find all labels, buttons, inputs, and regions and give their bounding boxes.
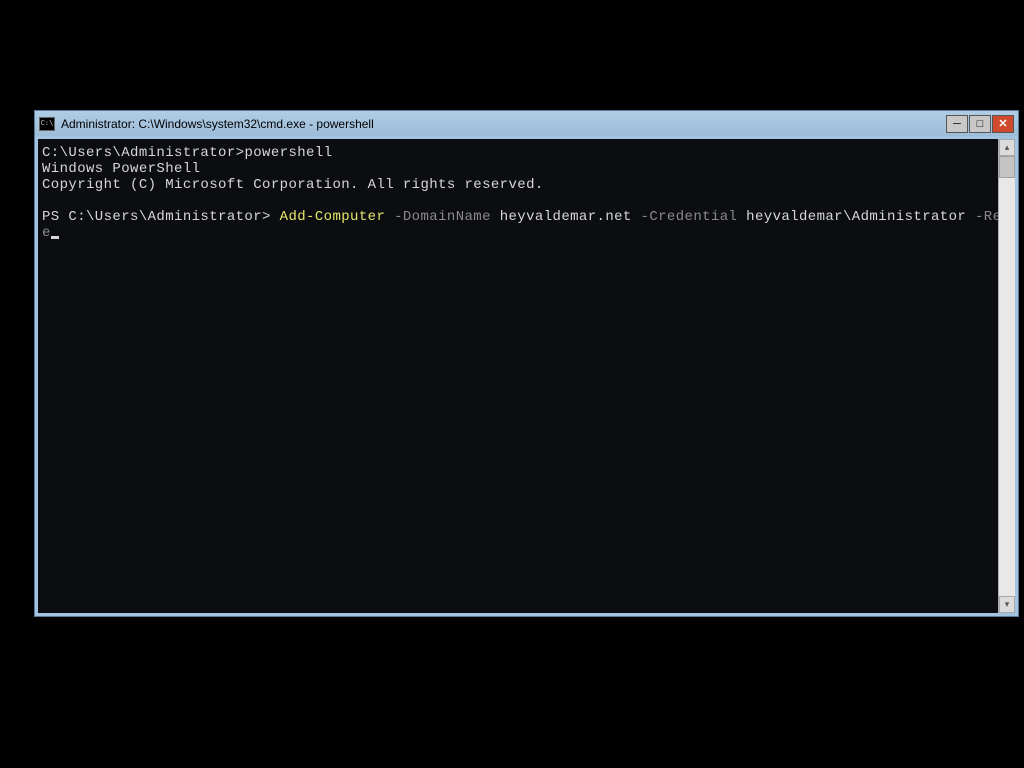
param-force-wrap: e	[42, 225, 51, 241]
sep	[385, 209, 394, 225]
window-title: Administrator: C:\Windows\system32\cmd.e…	[61, 117, 946, 131]
vertical-scrollbar[interactable]: ▴ ▾	[998, 139, 1015, 613]
cmd-prompt: C:\Users\Administrator>	[42, 145, 244, 161]
ps-prompt: PS C:\Users\Administrator>	[42, 209, 280, 225]
scroll-track[interactable]	[999, 178, 1015, 596]
terminal-line: Copyright (C) Microsoft Corporation. All…	[42, 177, 544, 193]
titlebar[interactable]: C:\ Administrator: C:\Windows\system32\c…	[35, 111, 1018, 136]
cursor	[51, 236, 59, 239]
window-controls: ─ □ ✕	[946, 115, 1014, 133]
param-value: heyvaldemar\Administrator	[737, 209, 975, 225]
powershell-window: C:\ Administrator: C:\Windows\system32\c…	[34, 110, 1019, 617]
param-value: heyvaldemar.net	[491, 209, 641, 225]
terminal-output[interactable]: C:\Users\Administrator>powershell Window…	[38, 139, 998, 613]
scroll-down-button[interactable]: ▾	[999, 596, 1015, 613]
scroll-thumb[interactable]	[999, 156, 1015, 178]
cmd-input: powershell	[244, 145, 332, 161]
param-credential: -Credential	[641, 209, 738, 225]
scroll-up-button[interactable]: ▴	[999, 139, 1015, 156]
window-body: C:\Users\Administrator>powershell Window…	[35, 136, 1018, 616]
cmdlet-name: Add-Computer	[280, 209, 386, 225]
cmd-icon: C:\	[39, 117, 55, 131]
maximize-button[interactable]: □	[969, 115, 991, 133]
terminal-line: Windows PowerShell	[42, 161, 200, 177]
param-restart: -Restart	[975, 209, 998, 225]
close-button[interactable]: ✕	[992, 115, 1014, 133]
param-domainname: -DomainName	[394, 209, 491, 225]
minimize-button[interactable]: ─	[946, 115, 968, 133]
